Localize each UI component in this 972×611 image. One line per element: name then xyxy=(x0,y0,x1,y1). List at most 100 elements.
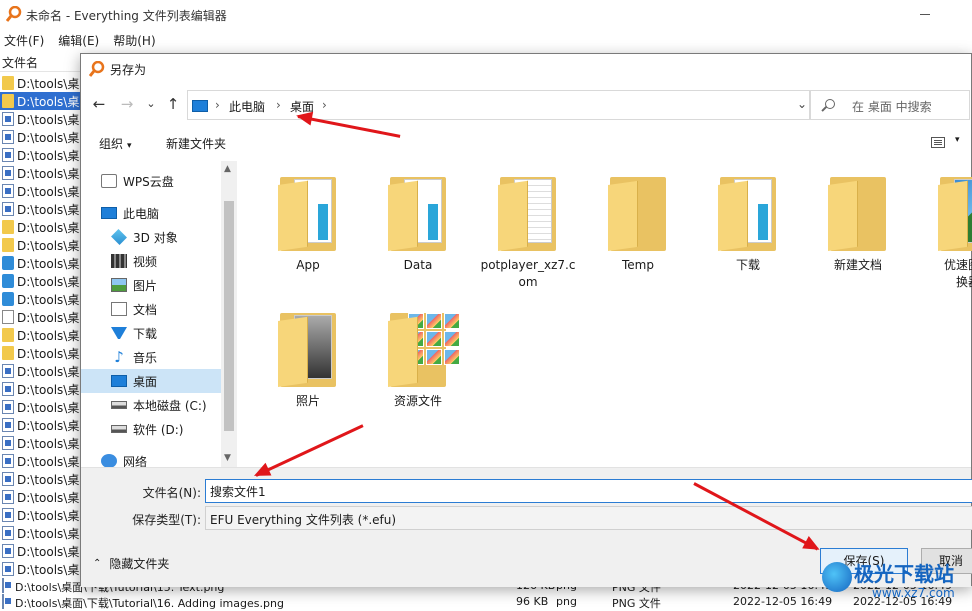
breadcrumb-separator: › xyxy=(215,98,220,112)
file-path: D:\tools\桌面 xyxy=(17,112,80,127)
cell-name: D:\tools\桌面\下载\Tutorial\16. Adding image… xyxy=(15,597,284,610)
file-row[interactable]: D:\tools\桌面 xyxy=(0,74,80,92)
file-row[interactable]: D:\tools\桌面 xyxy=(0,92,80,110)
file-icon xyxy=(2,256,14,270)
file-row[interactable]: D:\tools\桌面 xyxy=(0,434,80,452)
sidebar-item[interactable]: 本地磁盘 (C:) xyxy=(81,393,221,417)
drive-icon xyxy=(111,401,127,409)
file-icon xyxy=(2,112,14,126)
file-icon xyxy=(2,490,14,504)
new-folder-button[interactable]: 新建文件夹 xyxy=(166,135,226,152)
file-row[interactable]: D:\tools\桌面 xyxy=(0,164,80,182)
file-row[interactable]: D:\tools\桌面 xyxy=(0,146,80,164)
sidebar-item[interactable]: 桌面 xyxy=(81,369,221,393)
menu-item[interactable]: 帮助(H) xyxy=(109,30,159,50)
sidebar-item-label: 本地磁盘 (C:) xyxy=(133,398,207,413)
sidebar-item[interactable]: 图片 xyxy=(81,273,221,297)
filename-field[interactable]: 搜索文件1 xyxy=(205,479,972,503)
hide-folders-toggle[interactable]: ⌃ 隐藏文件夹 xyxy=(93,555,169,572)
file-icon xyxy=(2,130,14,144)
file-row[interactable]: D:\tools\桌面 xyxy=(0,254,80,272)
address-dropdown-chevron-icon[interactable]: ⌄ xyxy=(797,97,807,111)
file-icon xyxy=(2,166,14,180)
file-row[interactable]: D:\tools\桌面 xyxy=(0,380,80,398)
watermark-text: 极光下载站 xyxy=(854,562,954,586)
file-row[interactable]: D:\tools\桌面 xyxy=(0,182,80,200)
menu-item[interactable]: 文件(F) xyxy=(0,30,48,50)
organize-button[interactable]: 组织 ▾ xyxy=(99,135,132,152)
file-row[interactable]: D:\tools\桌面 xyxy=(0,362,80,380)
file-row[interactable]: D:\tools\桌面 xyxy=(0,452,80,470)
folder-item[interactable]: 优速图片换器 xyxy=(918,173,972,291)
sidebar-item[interactable]: WPS云盘 xyxy=(81,169,221,193)
view-options-icon[interactable] xyxy=(931,137,945,148)
everything-window-title: 未命名 - Everything 文件列表编辑器 xyxy=(26,9,227,23)
documents-icon xyxy=(111,302,127,316)
everything-menubar: 文件(F) 编辑(E) 帮助(H) xyxy=(0,30,972,50)
file-row[interactable]: D:\tools\桌面 xyxy=(0,290,80,308)
minimize-icon[interactable] xyxy=(920,14,930,15)
folder-item[interactable]: 新建文档 xyxy=(808,173,908,274)
folder-item[interactable]: App xyxy=(258,173,358,274)
sidebar-item-label: 下载 xyxy=(133,326,158,341)
scrollbar-thumb[interactable] xyxy=(224,201,234,431)
file-path: D:\tools\桌面 xyxy=(17,364,80,379)
everything-file-list: D:\tools\桌面 D:\tools\桌面 D:\tools\桌面 D:\tool… xyxy=(0,74,80,578)
file-row[interactable]: D:\tools\桌面 xyxy=(0,524,80,542)
address-bar[interactable]: › 此电脑 › 桌面 › ⌄ ↻ xyxy=(187,90,842,120)
menu-item[interactable]: 编辑(E) xyxy=(54,30,103,50)
file-row[interactable]: D:\tools\桌面 xyxy=(0,218,80,236)
file-row[interactable]: D:\tools\桌面 xyxy=(0,542,80,560)
file-row[interactable]: D:\tools\桌面 xyxy=(0,200,80,218)
recent-locations-chevron-icon[interactable]: ⌄ xyxy=(141,94,161,114)
folder-item[interactable]: potplayer_xz7.c om xyxy=(478,173,578,291)
column-header-filename[interactable]: 文件名 xyxy=(0,52,80,72)
sidebar-item[interactable]: 下载 xyxy=(81,321,221,345)
folder-item[interactable]: Temp xyxy=(588,173,688,274)
search-input[interactable]: 在 桌面 中搜索 xyxy=(810,90,970,120)
folder-icon xyxy=(828,173,888,251)
folder-item[interactable]: 资源文件 xyxy=(368,309,468,410)
folder-item[interactable]: 照片 xyxy=(258,309,358,410)
view-options-caret-icon[interactable]: ▾ xyxy=(955,135,960,145)
file-row[interactable]: D:\tools\桌面 xyxy=(0,344,80,362)
sidebar-item[interactable]: 视频 xyxy=(81,249,221,273)
folder-icon xyxy=(718,173,778,251)
cell-size: 96 KB xyxy=(516,595,549,608)
folder-item[interactable]: 下载 xyxy=(698,173,798,274)
sidebar-item[interactable]: 此电脑 xyxy=(81,201,221,225)
folder-icon xyxy=(2,238,14,252)
file-row[interactable]: D:\tools\桌面 xyxy=(0,488,80,506)
file-row[interactable]: D:\tools\桌面 xyxy=(0,236,80,254)
folder-item[interactable]: Data xyxy=(368,173,468,274)
file-path: D:\tools\桌面 xyxy=(17,274,80,289)
folder-icon xyxy=(2,346,14,360)
file-path: D:\tools\桌面 xyxy=(17,256,80,271)
folder-name-line2: om xyxy=(518,275,538,289)
navigation-scrollbar[interactable]: ▲ ▼ xyxy=(221,161,237,467)
back-arrow-icon[interactable]: ← xyxy=(89,94,109,114)
file-row[interactable]: D:\tools\桌面 xyxy=(0,416,80,434)
sidebar-item[interactable]: 文档 xyxy=(81,297,221,321)
sidebar-item[interactable]: ♪ 音乐 xyxy=(81,345,221,369)
file-row[interactable]: D:\tools\桌面 xyxy=(0,560,80,578)
file-path: D:\tools\桌面 xyxy=(17,184,80,199)
forward-arrow-icon[interactable]: → xyxy=(117,94,137,114)
sidebar-item[interactable]: 软件 (D:) xyxy=(81,417,221,441)
file-row[interactable]: D:\tools\桌面 xyxy=(0,470,80,488)
file-row[interactable]: D:\tools\桌面 xyxy=(0,398,80,416)
sidebar-item[interactable]: 3D 对象 xyxy=(81,225,221,249)
file-row[interactable]: D:\tools\桌面 xyxy=(0,110,80,128)
sidebar-item-label: 此电脑 xyxy=(123,206,160,221)
up-arrow-icon[interactable]: ↑ xyxy=(163,94,183,114)
filetype-select[interactable]: EFU Everything 文件列表 (*.efu) xyxy=(205,506,972,530)
file-row[interactable]: D:\tools\桌面 xyxy=(0,128,80,146)
scroll-down-icon[interactable]: ▼ xyxy=(224,453,231,463)
scroll-up-icon[interactable]: ▲ xyxy=(224,164,231,174)
file-row[interactable]: D:\tools\桌面 xyxy=(0,308,80,326)
file-row[interactable]: D:\tools\桌面 xyxy=(0,326,80,344)
breadcrumb-this-pc[interactable]: 此电脑 xyxy=(229,98,265,115)
file-row[interactable]: D:\tools\桌面 xyxy=(0,506,80,524)
cloud-icon xyxy=(101,174,117,188)
file-row[interactable]: D:\tools\桌面 xyxy=(0,272,80,290)
